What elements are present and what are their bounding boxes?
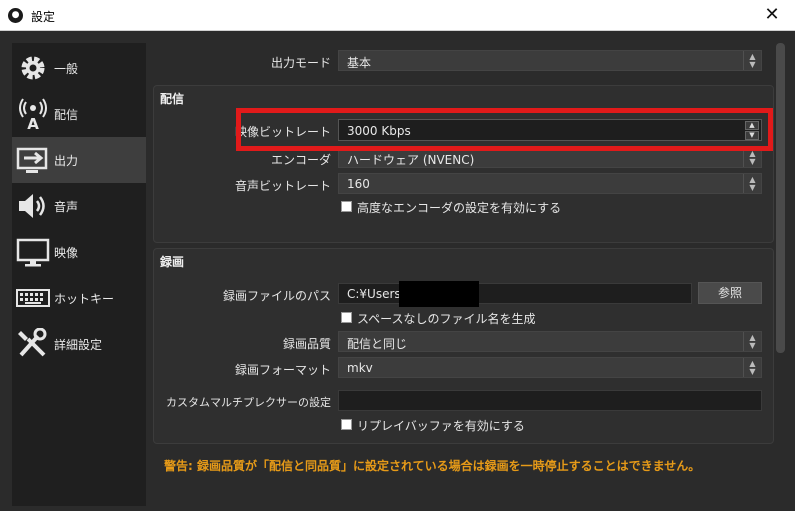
- warning-message: 警告: 録画品質が「配信と同品質」に設定されている場合は録画を一時停止することは…: [164, 459, 701, 473]
- sidebar-item-general[interactable]: 一般: [12, 45, 146, 91]
- encoder-value: ハードウェア (NVENC): [347, 153, 475, 167]
- recording-group-title: 録画: [160, 255, 185, 269]
- checkbox-box[interactable]: [341, 419, 352, 430]
- output-mode-label: 出力モード: [270, 56, 331, 70]
- audio-bitrate-label: 音声ビットレート: [234, 179, 331, 193]
- custom-muxer-label: カスタムマルチプレクサーの設定: [166, 396, 331, 409]
- sidebar-item-audio[interactable]: 音声: [12, 183, 146, 229]
- keyboard-icon: [16, 289, 50, 307]
- monitor-icon: [16, 238, 50, 267]
- streaming-group-title: 配信: [160, 92, 185, 106]
- recording-format-select[interactable]: mkv ▲ ▼: [338, 357, 762, 378]
- recording-quality-label: 録画品質: [282, 337, 331, 351]
- checkbox-box[interactable]: [341, 312, 352, 323]
- replay-buffer-checkbox[interactable]: リプレイバッファを有効にする: [341, 417, 641, 433]
- sidebar-item-label: 一般: [54, 62, 79, 76]
- wrench-screwdriver-icon: [18, 328, 47, 357]
- advanced-encoder-checkbox[interactable]: 高度なエンコーダの設定を有効にする: [341, 199, 641, 215]
- updown-arrows-icon: ▲ ▼: [743, 51, 761, 70]
- no-space-filename-checkbox-label: スペースなしのファイル名を生成: [357, 312, 536, 326]
- sidebar-item-label: 出力: [54, 154, 79, 168]
- output-mode-value: 基本: [347, 56, 372, 70]
- sidebar-item-stream[interactable]: A 配信: [12, 91, 146, 137]
- speaker-icon: [19, 194, 45, 218]
- updown-arrows-icon: ▲ ▼: [743, 358, 761, 377]
- close-button[interactable]: ✕: [749, 0, 795, 30]
- no-space-filename-checkbox[interactable]: スペースなしのファイル名を生成: [341, 310, 641, 326]
- output-monitor-icon: [16, 147, 48, 173]
- recording-quality-value: 配信と同じ: [347, 337, 408, 351]
- stream-antenna-icon: A: [19, 98, 47, 130]
- sidebar-item-label: 詳細設定: [54, 338, 103, 352]
- title-bar: ● 設定 ✕: [0, 0, 795, 31]
- sidebar-item-label: ホットキー: [54, 292, 115, 306]
- replay-buffer-checkbox-label: リプレイバッファを有効にする: [357, 419, 525, 433]
- updown-arrows-icon: ▲ ▼: [743, 332, 761, 351]
- recording-format-value: mkv: [347, 361, 373, 375]
- svg-text:A: A: [27, 115, 39, 130]
- sidebar-item-output[interactable]: 出力: [12, 137, 146, 183]
- highlight-box: [236, 108, 773, 151]
- window-title: 設定: [31, 10, 56, 24]
- encoder-label: エンコーダ: [270, 153, 331, 167]
- checkbox-box[interactable]: [341, 201, 352, 212]
- sidebar-item-advanced[interactable]: 詳細設定: [12, 321, 146, 367]
- settings-sidebar: 一般 A 配信 出力 音声 映像 ホットキー 詳細設定: [12, 43, 146, 506]
- sidebar-item-hotkeys[interactable]: ホットキー: [12, 275, 146, 321]
- recording-format-label: 録画フォーマット: [234, 363, 331, 377]
- custom-muxer-field[interactable]: [338, 390, 762, 411]
- updown-arrows-icon: ▲ ▼: [743, 174, 761, 193]
- sidebar-item-label: 映像: [54, 246, 79, 260]
- gear-icon: [21, 56, 45, 80]
- sidebar-item-video[interactable]: 映像: [12, 229, 146, 275]
- sidebar-item-label: 音声: [54, 200, 79, 214]
- recording-path-field[interactable]: C:¥Users¥: [338, 281, 692, 307]
- obs-logo-icon: ●: [8, 8, 23, 23]
- advanced-encoder-checkbox-label: 高度なエンコーダの設定を有効にする: [357, 201, 562, 215]
- browse-button[interactable]: 参照: [698, 282, 762, 304]
- audio-bitrate-select[interactable]: 160 ▲ ▼: [338, 173, 762, 194]
- recording-path-label: 録画ファイルのパス: [222, 289, 331, 303]
- vertical-scrollbar[interactable]: [776, 43, 785, 353]
- sidebar-item-label: 配信: [54, 108, 79, 122]
- redacted-block: [399, 281, 479, 307]
- recording-quality-select[interactable]: 配信と同じ ▲ ▼: [338, 331, 762, 352]
- audio-bitrate-value: 160: [347, 177, 370, 191]
- output-mode-select[interactable]: 基本 ▲ ▼: [338, 50, 762, 71]
